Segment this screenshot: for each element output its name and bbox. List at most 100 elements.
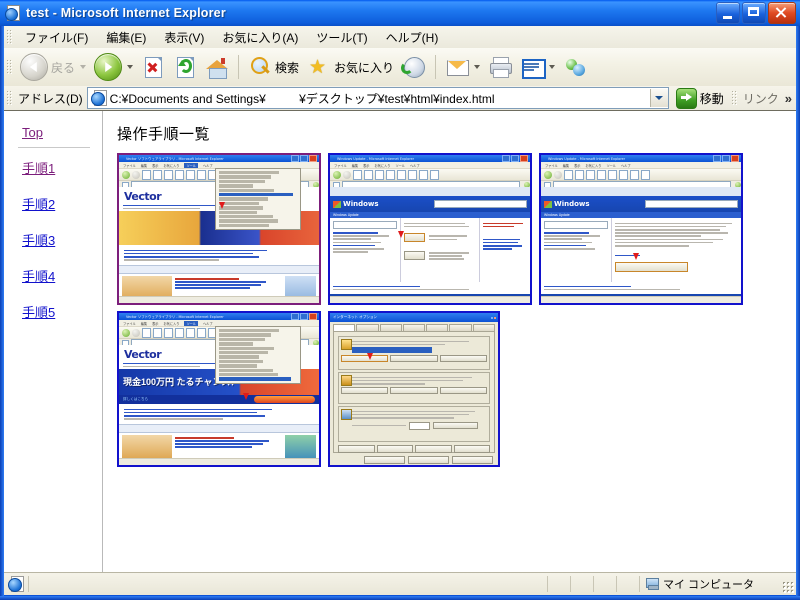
thumbnail-step5-image: インターネット オプション [330,313,498,465]
history-icon [401,55,426,79]
sidebar-link-step3[interactable]: 手順3 [22,230,102,249]
minimize-button[interactable] [716,2,740,24]
home-icon [205,55,229,79]
thumbnail-step4-image: Vector ソフトウェアライブラリ - Microsoft Internet … [119,313,319,465]
sidebar-link-step2[interactable]: 手順2 [22,194,102,213]
home-button[interactable] [201,50,233,84]
address-bar: アドレス(D) C:¥Documents and Settings¥ ¥デスクト… [4,86,796,111]
thumb3-cursor-icon [633,253,639,260]
forward-arrow-icon [94,53,123,81]
toolbar-overflow-chevron-icon[interactable]: » [781,91,796,106]
address-dropdown-chevron-down-icon[interactable] [649,89,668,107]
mail-chevron-down-icon[interactable] [474,65,481,69]
search-button-label: 検索 [275,60,300,75]
forward-button[interactable] [90,50,137,84]
status-segment-4 [616,576,639,592]
sidebar-link-step1[interactable]: 手順1 [22,158,102,177]
thumb1-mini-title: Vector ソフトウェアライブラリ - Microsoft Internet … [126,157,224,161]
menu-tools[interactable]: ツール(T) [307,26,376,49]
ie-page-icon [5,5,21,21]
status-zone-label: マイ コンピュータ [663,579,755,591]
address-input[interactable]: C:¥Documents and Settings¥ ¥デスクトップ¥test¥… [86,87,669,109]
close-button[interactable] [768,2,796,24]
print-button[interactable] [484,50,516,84]
mail-button[interactable] [441,50,484,84]
sidebar-link-top[interactable]: Top [22,125,102,140]
back-button[interactable]: 戻る [16,50,90,84]
edit-button[interactable] [516,50,559,84]
menu-edit[interactable]: 編集(E) [97,26,155,49]
thumbnail-row-1: Vector ソフトウェアライブラリ - Microsoft Internet … [117,153,796,305]
menu-bar: ファイル(F) 編集(E) 表示(V) お気に入り(A) ツール(T) ヘルプ(… [4,26,796,49]
window-frame-right [796,26,800,596]
status-message [28,576,547,592]
search-button[interactable]: 検索 [244,50,303,84]
thumb2-site-logo: Windows [343,200,379,208]
favorites-button[interactable]: ★ お気に入り [303,50,398,84]
stop-button[interactable] [137,50,169,84]
thumb5-cursor-icon [366,353,373,360]
printer-icon [488,55,513,79]
sidebar-divider [18,147,90,148]
go-button[interactable]: 移動 [671,87,729,109]
messenger-button[interactable] [559,50,591,84]
window-title: test - Microsoft Internet Explorer [26,6,226,20]
menu-favorites[interactable]: お気に入り(A) [213,26,307,49]
magnifier-icon [248,55,272,79]
resize-grip[interactable] [782,581,794,593]
back-dropdown-chevron-down-icon[interactable] [80,65,87,69]
menu-grip-handle[interactable] [6,29,13,45]
forward-dropdown-chevron-down-icon[interactable] [127,65,134,69]
address-page-icon [90,90,107,106]
address-bar-label: アドレス(D) [18,91,83,106]
thumb1-open-menu [215,168,301,231]
thumbnail-step2[interactable]: Windows Update - Microsoft Internet Expl… [328,153,532,305]
thumb3-site-logo: Windows [554,200,590,208]
thumb2-windows-flag-icon [333,200,341,208]
back-button-label: 戻る [51,60,76,75]
title-bar: test - Microsoft Internet Explorer [0,0,800,26]
thumbnail-step1-image: Vector ソフトウェアライブラリ - Microsoft Internet … [119,155,319,303]
refresh-button[interactable] [169,50,201,84]
window-frame-bottom [0,596,800,600]
page-content-area: Top 手順1 手順2 手順3 手順4 手順5 操作手順一覧 Vector ソフ… [4,110,796,573]
thumb5-dialog-title: インターネット オプション [333,315,378,319]
edit-page-icon [520,55,547,79]
thumbnail-step3[interactable]: Windows Update - Microsoft Internet Expl… [539,153,743,305]
links-grip-handle[interactable] [730,90,738,106]
thumb3-subtitle: Windows Update [544,213,570,217]
stop-icon [141,55,165,79]
menu-view[interactable]: 表示(V) [155,26,213,49]
refresh-icon [173,55,197,79]
thumbnail-step5[interactable]: インターネット オプション [328,311,500,467]
status-segment-2 [570,576,593,592]
status-zone: マイ コンピュータ [639,576,796,592]
favorites-button-label: お気に入り [334,60,395,75]
mail-icon [445,55,470,79]
menu-help[interactable]: ヘルプ(H) [377,26,448,49]
sidebar-link-step5[interactable]: 手順5 [22,302,102,321]
thumbnail-step4[interactable]: Vector ソフトウェアライブラリ - Microsoft Internet … [117,311,321,467]
thumbnail-step1[interactable]: Vector ソフトウェアライブラリ - Microsoft Internet … [117,153,321,305]
maximize-button[interactable] [742,2,766,24]
thumb4-open-menu [215,326,301,384]
window-controls [716,2,796,24]
messenger-icon [563,55,587,79]
thumb1-cursor-icon [219,202,225,209]
edit-chevron-down-icon[interactable] [549,65,556,69]
thumb2-cursor-icon [398,231,404,238]
links-bar-label[interactable]: リンク [741,90,781,107]
go-button-label: 移動 [699,91,724,106]
my-computer-icon [646,578,659,590]
menu-file[interactable]: ファイル(F) [16,26,97,49]
history-button[interactable] [398,50,430,84]
address-grip-handle[interactable] [6,90,13,106]
toolbar-grip-handle[interactable] [6,59,13,75]
thumb2-mini-title: Windows Update - Microsoft Internet Expl… [337,156,415,161]
star-icon: ★ [309,57,327,78]
thumbnail-step2-image: Windows Update - Microsoft Internet Expl… [330,155,530,303]
thumb2-subtitle: Windows Update [333,213,359,217]
address-input-value: C:¥Documents and Settings¥ ¥デスクトップ¥test¥… [109,91,495,106]
sidebar-link-step4[interactable]: 手順4 [22,266,102,285]
toolbar: 戻る 検索 ★ お気に入り [4,48,796,87]
